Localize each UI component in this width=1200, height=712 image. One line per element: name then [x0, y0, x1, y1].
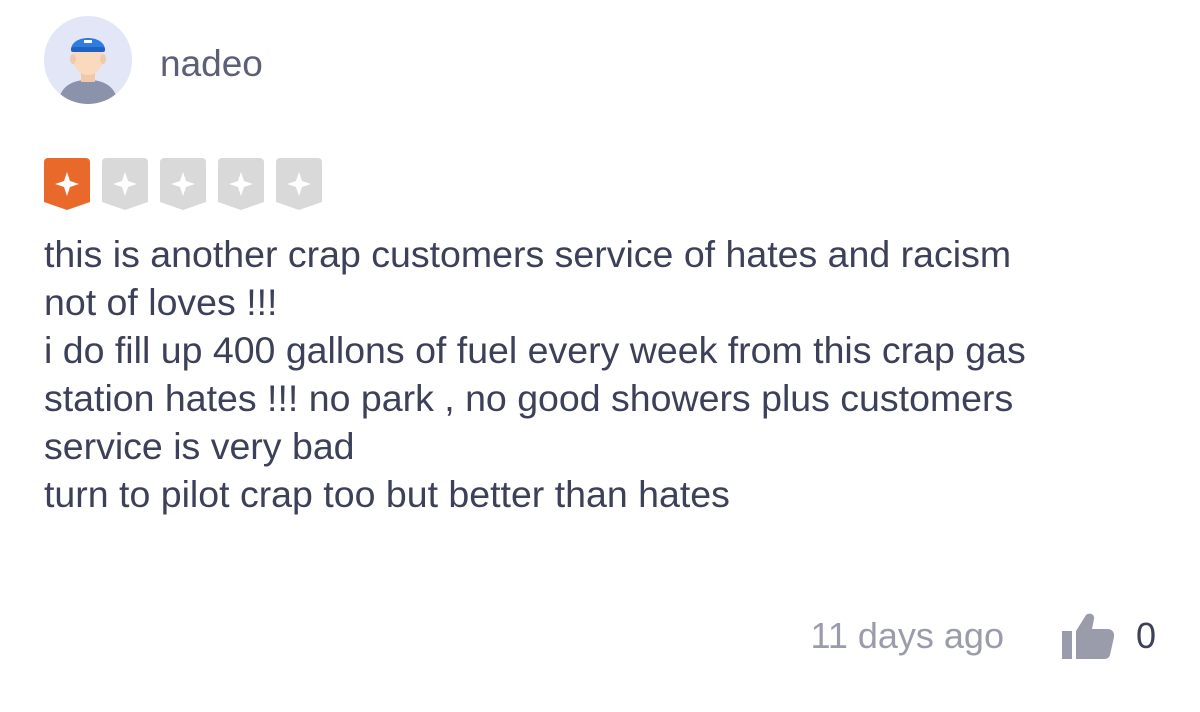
sparkle-badge-icon: [276, 158, 322, 210]
rating-star-empty: [102, 158, 148, 210]
rating-stars: [44, 158, 334, 212]
rating-star-filled: [44, 158, 90, 210]
sparkle-badge-icon: [44, 158, 90, 210]
username[interactable]: nadeo: [160, 42, 263, 86]
review-text-line: i do fill up 400 gallons of fuel every w…: [44, 329, 1026, 371]
user-avatar[interactable]: [44, 16, 132, 104]
review-text: this is another crap customers service o…: [44, 230, 1154, 518]
user-avatar-icon: [44, 16, 132, 104]
sparkle-badge-icon: [218, 158, 264, 210]
rating-star-empty: [218, 158, 264, 210]
review-text-line: turn to pilot crap too but better than h…: [44, 473, 730, 515]
review-timestamp: 11 days ago: [810, 615, 1004, 656]
review-card: nadeo this is another crap customers ser…: [0, 0, 1200, 712]
sparkle-badge-icon: [102, 158, 148, 210]
rating-star-empty: [160, 158, 206, 210]
like-count: 0: [1135, 615, 1156, 656]
review-text-line: service is very bad: [44, 425, 355, 467]
review-text-line: not of loves !!!: [44, 281, 278, 323]
review-text-line: station hates !!! no park , no good show…: [44, 377, 1014, 419]
rating-star-empty: [276, 158, 322, 210]
thumbs-up-icon[interactable]: [1061, 613, 1114, 659]
like-button[interactable]: 0: [1061, 613, 1156, 659]
review-text-line: this is another crap customers service o…: [44, 233, 1012, 275]
review-footer: 11 days ago 0: [810, 610, 1156, 662]
sparkle-badge-icon: [160, 158, 206, 210]
